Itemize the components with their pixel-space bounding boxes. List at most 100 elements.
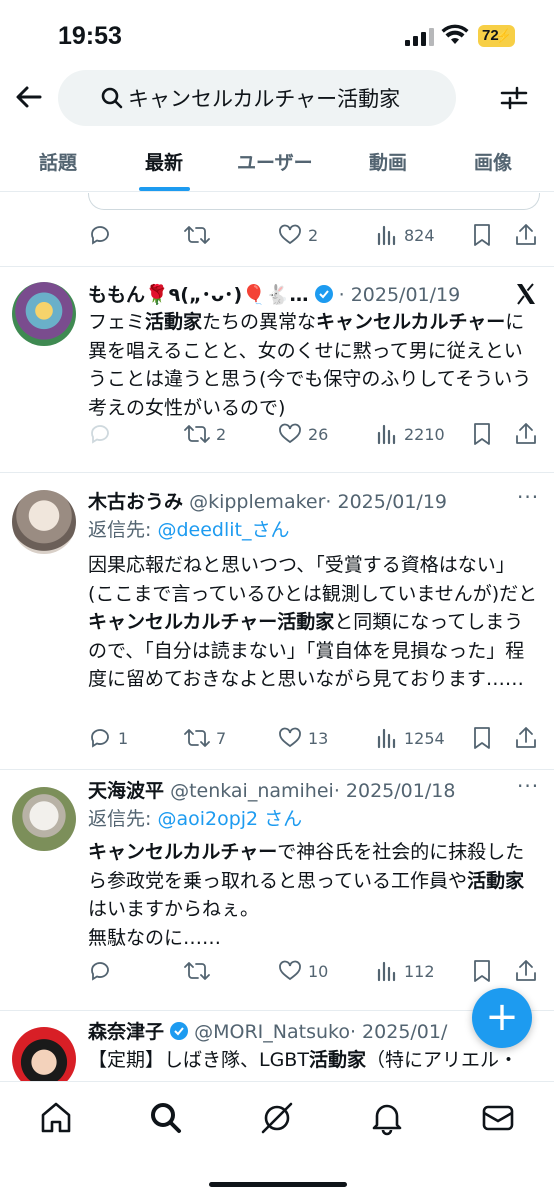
avatar[interactable] xyxy=(12,1027,76,1081)
notifications-bell-icon[interactable] xyxy=(369,1100,405,1136)
repost-icon xyxy=(184,226,210,244)
filter-settings-icon[interactable] xyxy=(500,84,528,112)
views-icon xyxy=(377,424,396,445)
repost-icon xyxy=(184,425,210,443)
post-item[interactable]: 木古おうみ @kipplemaker· 2025/01/19 ··· 返信先: … xyxy=(0,473,554,770)
text-highlight: 活動家 xyxy=(308,1049,366,1071)
user-handle[interactable]: @MORI_Natsuko xyxy=(194,1021,350,1043)
heart-icon xyxy=(279,224,301,245)
share-icon[interactable] xyxy=(514,726,538,750)
tab-videos[interactable]: 動画 xyxy=(369,148,407,175)
home-indicator xyxy=(209,1182,347,1187)
bookmark-icon[interactable] xyxy=(472,726,492,750)
post-item[interactable]: ももん🌹٩(„･ᴗ･)🎈🐇… · 2025/01/19 フェミ活動家たちの異常な… xyxy=(0,266,554,473)
compose-button[interactable]: + xyxy=(472,988,532,1048)
search-icon[interactable] xyxy=(148,1100,184,1136)
search-icon xyxy=(101,87,123,109)
bookmark-icon[interactable] xyxy=(472,422,492,446)
results-feed[interactable]: 2 824 ももん🌹٩(„･ᴗ･)🎈🐇… · 2025/01/19 フェミ活動家… xyxy=(0,193,554,1081)
bottom-navigation xyxy=(0,1081,554,1199)
text-highlight: キャンセルカルチャー xyxy=(316,311,506,333)
view-count: 824 xyxy=(404,225,435,245)
avatar[interactable] xyxy=(12,490,76,554)
text-highlight: 活動家 xyxy=(467,869,525,892)
like-button[interactable]: 2 xyxy=(278,220,318,250)
repost-button[interactable]: 2 xyxy=(184,419,226,449)
reply-context: 返信先: @deedlit_さん xyxy=(88,515,289,542)
post-header: ももん🌹٩(„･ᴗ･)🎈🐇… · 2025/01/19 xyxy=(88,280,460,307)
repost-button[interactable] xyxy=(184,220,210,250)
post-date: · 2025/01/19 xyxy=(338,284,461,306)
grok-icon[interactable] xyxy=(259,1100,295,1136)
reply-button[interactable]: 1 xyxy=(88,723,128,753)
battery-indicator: 72 ⚡ xyxy=(478,25,515,47)
text-segment: はいますからねぇ。 無駄なのに…… xyxy=(88,898,260,949)
post-date: · 2025/01/ xyxy=(349,1021,448,1043)
reply-target-link[interactable]: @aoi2opj2 さん xyxy=(157,808,302,830)
bookmark-icon[interactable] xyxy=(472,959,492,983)
more-options-icon[interactable]: ··· xyxy=(517,774,539,798)
views-button[interactable]: 2210 xyxy=(376,419,445,449)
user-handle[interactable]: @tenkai_namihei xyxy=(170,780,334,802)
tab-images[interactable]: 画像 xyxy=(474,148,512,175)
share-icon[interactable] xyxy=(514,223,538,247)
reply-icon xyxy=(91,962,109,981)
reply-label: 返信先: xyxy=(88,519,158,541)
display-name[interactable]: ももん🌹٩(„･ᴗ･)🎈🐇… xyxy=(88,284,309,306)
reply-button[interactable] xyxy=(88,956,112,986)
search-box[interactable] xyxy=(58,70,456,126)
reply-button[interactable] xyxy=(88,419,112,449)
search-header xyxy=(0,70,554,128)
text-segment: フェミ xyxy=(88,311,146,333)
tab-people[interactable]: ユーザー xyxy=(237,148,313,175)
messages-mail-icon[interactable] xyxy=(480,1100,516,1136)
home-icon[interactable] xyxy=(38,1100,74,1136)
reply-target-link[interactable]: @deedlit_さん xyxy=(157,519,289,541)
repost-button[interactable]: 7 xyxy=(184,723,226,753)
views-button[interactable]: 112 xyxy=(376,956,435,986)
share-icon[interactable] xyxy=(514,422,538,446)
post-text: 【定期】しばき隊、LGBT活動家（特にアリエル・ xyxy=(88,1046,540,1075)
display-name[interactable]: 木古おうみ xyxy=(88,491,183,513)
reply-count: 1 xyxy=(118,728,129,748)
repost-icon xyxy=(184,729,210,747)
reply-button[interactable] xyxy=(88,220,112,250)
text-highlight: キャンセルカルチャー活動家 xyxy=(88,611,335,633)
text-highlight: キャンセルカルチャー xyxy=(88,841,278,863)
back-arrow-icon[interactable] xyxy=(14,82,44,112)
view-count: 2210 xyxy=(404,424,445,444)
signal-icon xyxy=(405,28,434,46)
verified-badge-icon xyxy=(170,1022,189,1040)
more-options-icon[interactable]: ··· xyxy=(517,485,539,509)
quoted-card-tail[interactable] xyxy=(88,193,540,210)
share-icon[interactable] xyxy=(514,959,538,983)
reply-context: 返信先: @aoi2opj2 さん xyxy=(88,804,302,831)
search-input[interactable] xyxy=(128,80,448,116)
bookmark-icon[interactable] xyxy=(472,223,492,247)
reply-label: 返信先: xyxy=(88,808,158,830)
user-handle[interactable]: @kipplemaker xyxy=(189,491,325,513)
avatar[interactable] xyxy=(12,282,76,346)
like-button[interactable]: 13 xyxy=(278,723,328,753)
like-button[interactable]: 10 xyxy=(278,956,328,986)
views-icon xyxy=(377,961,396,982)
post-item[interactable]: 森奈津子 @MORI_Natsuko· 2025/01/ 【定期】しばき隊、LG… xyxy=(0,1011,554,1081)
search-tabs: 話題 最新 ユーザー 動画 画像 xyxy=(0,130,554,192)
view-count: 112 xyxy=(404,961,435,981)
display-name[interactable]: 森奈津子 xyxy=(88,1021,164,1043)
tab-top[interactable]: 話題 xyxy=(39,148,77,175)
views-button[interactable]: 824 xyxy=(376,220,435,250)
views-button[interactable]: 1254 xyxy=(376,723,445,753)
post-actions: 10 112 xyxy=(88,956,540,986)
post-header: 天海波平 @tenkai_namihei· 2025/01/18 xyxy=(88,776,455,803)
avatar[interactable] xyxy=(12,787,76,851)
repost-button[interactable] xyxy=(184,956,210,986)
display-name[interactable]: 天海波平 xyxy=(88,780,164,802)
text-segment: 【定期】しばき隊、LGBT xyxy=(88,1049,309,1071)
heart-icon xyxy=(279,423,301,444)
like-button[interactable]: 26 xyxy=(278,419,328,449)
post-item[interactable]: 天海波平 @tenkai_namihei· 2025/01/18 ··· 返信先… xyxy=(0,770,554,1011)
like-count: 26 xyxy=(308,424,329,444)
plus-icon: + xyxy=(485,994,519,1040)
tab-latest[interactable]: 最新 xyxy=(145,148,183,175)
